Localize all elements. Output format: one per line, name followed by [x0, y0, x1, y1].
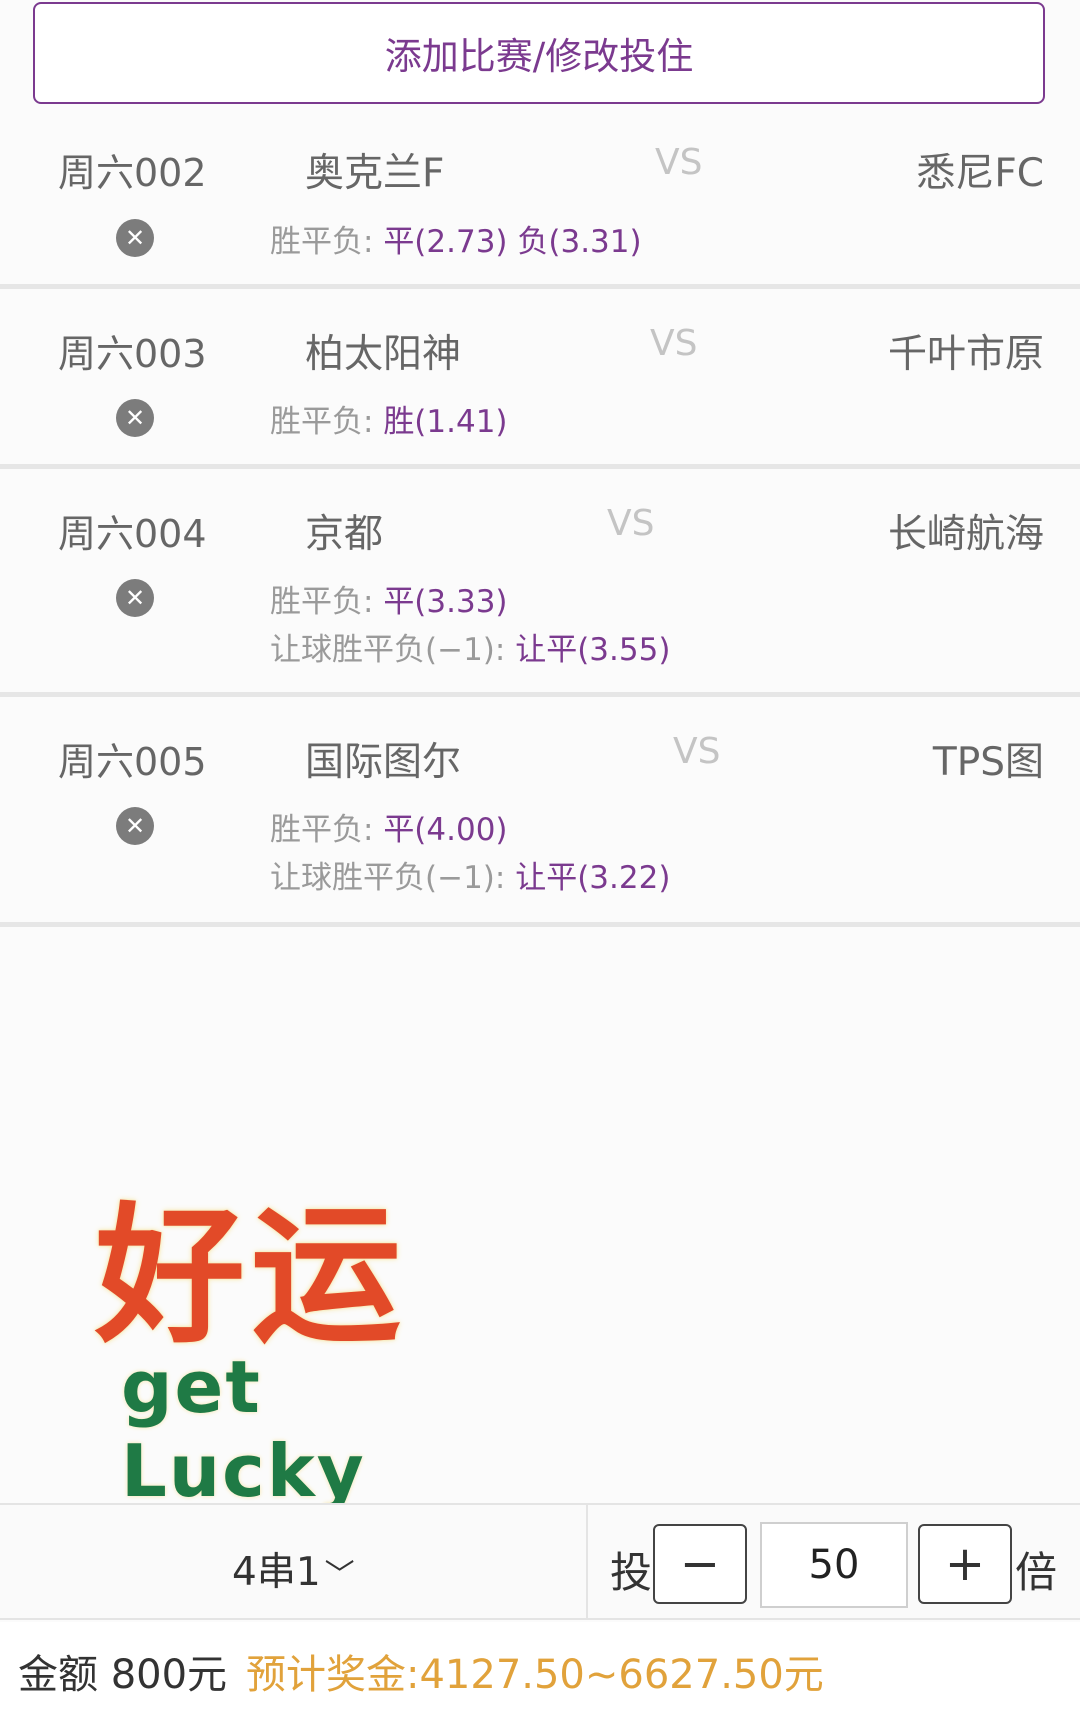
plus-icon: + [944, 1536, 986, 1592]
bet-line: 让球胜平负(−1): 让平(3.55) [270, 624, 670, 669]
good-luck-sticker: 好运 get Lucky [95, 1155, 525, 1513]
away-team: 千叶市原 [887, 332, 1044, 377]
chevron-down-icon: ﹀ [324, 1558, 355, 1593]
away-team: 悉尼FC [916, 151, 1044, 196]
summary-footer: 金额 800元 预计奖金:4127.50~6627.50元 [0, 1622, 1080, 1713]
add-match-button[interactable]: 添加比赛/修改投住 [33, 2, 1045, 104]
estimated-prize-text: 预计奖金:4127.50~6627.50元 [246, 1652, 824, 1698]
bet-type-label: 让球胜平负(−1): [270, 632, 506, 668]
bet-line: 让球胜平负(−1): 让平(3.22) [270, 852, 670, 897]
bet-line: 胜平负: 胜(1.41) [270, 396, 508, 441]
home-team: 国际图尔 [305, 740, 462, 785]
multiplier-prefix-label: 投 [610, 1548, 653, 1597]
multiplier-input[interactable]: 50 [760, 1522, 908, 1608]
combo-label: 4串1 [232, 1550, 321, 1595]
sticker-chinese-text: 好运 [95, 1190, 408, 1364]
sticker-english-text: get Lucky [121, 1345, 366, 1513]
match-row: 周六003 柏太阳神 VS 千叶市原 ✕ 胜平负: 胜(1.41) [0, 289, 1080, 469]
close-icon: ✕ [124, 812, 146, 840]
bet-type-label: 胜平负: [270, 224, 374, 260]
amount-text: 金额 800元 [18, 1652, 228, 1698]
home-team: 奥克兰F [305, 151, 445, 196]
bet-options-bar: 4串1 ﹀ 投 − 50 + 倍 [0, 1503, 1080, 1620]
bet-selection: 胜(1.41) [383, 404, 508, 440]
close-icon: ✕ [124, 224, 146, 252]
bet-type-label: 胜平负: [270, 584, 374, 620]
bet-line: 胜平负: 平(2.73) 负(3.31) [270, 216, 642, 261]
close-icon: ✕ [124, 404, 146, 432]
bet-line: 胜平负: 平(3.33) [270, 576, 508, 621]
match-code: 周六005 [58, 740, 207, 784]
bet-selection: 让平(3.22) [515, 860, 671, 896]
match-code: 周六004 [58, 512, 207, 556]
remove-match-button[interactable]: ✕ [116, 579, 154, 617]
match-code: 周六002 [58, 151, 207, 195]
home-team: 柏太阳神 [305, 332, 462, 377]
close-icon: ✕ [124, 584, 146, 612]
minus-icon: − [679, 1536, 721, 1592]
match-row: 周六004 京都 VS 长崎航海 ✕ 胜平负: 平(3.33) 让球胜平负(−1… [0, 469, 1080, 697]
bet-type-label: 胜平负: [270, 404, 374, 440]
combo-selector[interactable]: 4串1 ﹀ [232, 1541, 355, 1597]
away-team: 长崎航海 [887, 512, 1044, 557]
remove-match-button[interactable]: ✕ [116, 219, 154, 257]
home-team: 京都 [305, 512, 384, 557]
increase-button[interactable]: + [918, 1524, 1012, 1604]
remove-match-button[interactable]: ✕ [116, 807, 154, 845]
vs-label: VS [655, 142, 703, 183]
bet-selection: 平(4.00) [383, 812, 508, 848]
bet-selection: 平(3.33) [383, 584, 508, 620]
multiplier-suffix-label: 倍 [1015, 1548, 1058, 1597]
vs-label: VS [650, 323, 698, 364]
divider [586, 1505, 588, 1618]
bet-type-label: 让球胜平负(−1): [270, 860, 506, 896]
vs-label: VS [607, 503, 655, 544]
match-row: 周六002 奥克兰F VS 悉尼FC ✕ 胜平负: 平(2.73) 负(3.31… [0, 106, 1080, 289]
bet-selection: 让平(3.55) [515, 632, 671, 668]
match-row: 周六005 国际图尔 VS TPS图 ✕ 胜平负: 平(4.00) 让球胜平负(… [0, 697, 1080, 927]
bet-line: 胜平负: 平(4.00) [270, 804, 508, 849]
vs-label: VS [673, 731, 721, 772]
away-team: TPS图 [932, 740, 1044, 785]
bet-type-label: 胜平负: [270, 812, 374, 848]
bet-selection: 平(2.73) 负(3.31) [383, 224, 642, 260]
decrease-button[interactable]: − [653, 1524, 747, 1604]
remove-match-button[interactable]: ✕ [116, 399, 154, 437]
match-code: 周六003 [58, 332, 207, 376]
